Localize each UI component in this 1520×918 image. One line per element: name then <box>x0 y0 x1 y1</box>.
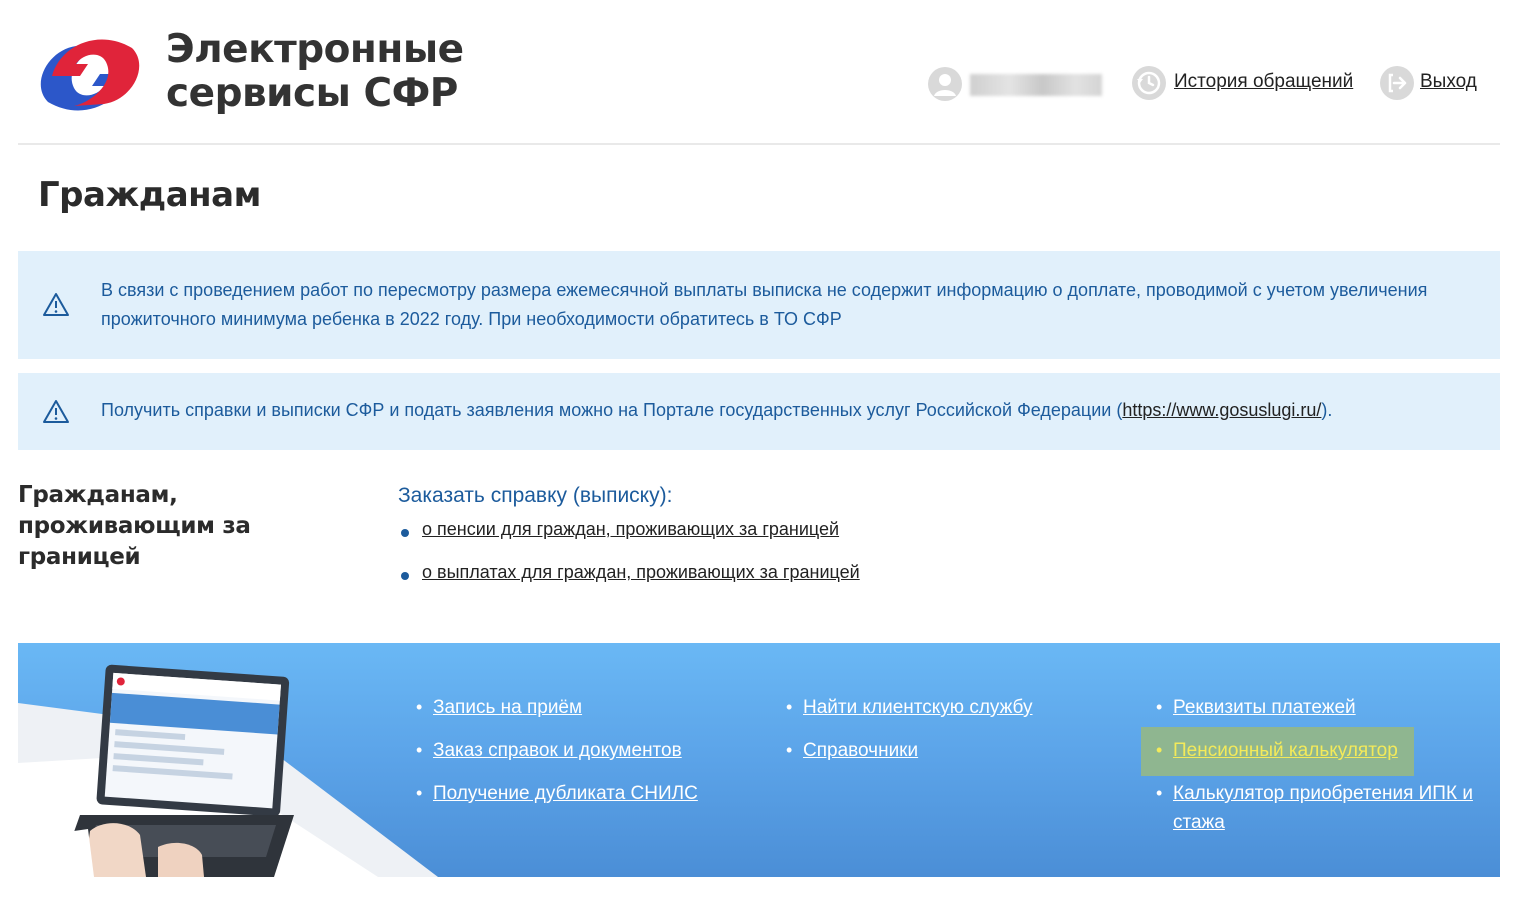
find-client-service-link[interactable]: Найти клиентскую службу <box>803 697 1033 718</box>
warning-icon <box>43 400 69 423</box>
gosuslugi-link[interactable]: https://www.gosuslugi.ru/ <box>1122 400 1321 420</box>
banner-links-col2: Найти клиентскую службу Справочники <box>786 693 1033 779</box>
abroad-section-title: Гражданам, проживающим за границей <box>18 482 251 570</box>
notice-text-after: ). <box>1321 400 1333 420</box>
user-icon[interactable] <box>928 67 962 101</box>
ipk-calculator-link[interactable]: Калькулятор приобретения ИПК и стажа <box>1173 783 1473 833</box>
list-item: Справочники <box>786 736 1033 765</box>
payments-abroad-link[interactable]: о выплатах для граждан, проживающих за г… <box>422 562 860 582</box>
brand-line1: Электронные <box>166 27 464 72</box>
page-title: Гражданам <box>38 175 261 215</box>
list-item: Заказ справок и документов <box>416 736 698 765</box>
notice-text-before: Получить справки и выписки СФР и подать … <box>101 400 1123 420</box>
history-icon[interactable] <box>1132 66 1166 100</box>
notice-text: Получить справки и выписки СФР и подать … <box>101 396 1332 425</box>
brand-line2: сервисы СФР <box>166 71 458 116</box>
list-item: Получение дубликата СНИЛС <box>416 779 698 808</box>
payment-details-link[interactable]: Реквизиты платежей <box>1173 697 1356 718</box>
appointment-link[interactable]: Запись на приём <box>433 697 582 718</box>
list-item: Пенсионный калькулятор <box>1156 736 1486 765</box>
notice-recalculation: В связи с проведением работ по пересмотр… <box>18 251 1500 359</box>
exit-link[interactable]: Выход <box>1420 71 1477 93</box>
history-link[interactable]: История обращений <box>1174 71 1353 93</box>
user-name-redacted[interactable] <box>970 74 1102 96</box>
list-item: о пенсии для граждан, проживающих за гра… <box>398 519 860 562</box>
order-certificate-list: о пенсии для граждан, проживающих за гра… <box>398 519 860 605</box>
directories-link[interactable]: Справочники <box>803 740 918 761</box>
header: Электронные сервисы СФР История обращени… <box>18 0 1500 145</box>
sfr-logo[interactable] <box>38 30 142 120</box>
banner-links-col3: Реквизиты платежей Пенсионный калькулято… <box>1156 693 1486 851</box>
snils-duplicate-link[interactable]: Получение дубликата СНИЛС <box>433 783 698 804</box>
laptop-illustration <box>18 664 438 877</box>
order-documents-link[interactable]: Заказ справок и документов <box>433 740 682 761</box>
services-banner: Запись на приём Заказ справок и документ… <box>18 643 1500 877</box>
list-item: Найти клиентскую службу <box>786 693 1033 722</box>
order-certificate-title: Заказать справку (выписку): <box>398 484 673 507</box>
brand-title: Электронные сервисы СФР <box>166 28 464 116</box>
notice-text: В связи с проведением работ по пересмотр… <box>101 280 1428 329</box>
warning-icon <box>43 293 69 316</box>
banner-links-col1: Запись на приём Заказ справок и документ… <box>416 693 698 822</box>
list-item: Реквизиты платежей <box>1156 693 1486 722</box>
pension-calculator-link[interactable]: Пенсионный калькулятор <box>1173 740 1398 761</box>
pension-abroad-link[interactable]: о пенсии для граждан, проживающих за гра… <box>422 519 839 539</box>
exit-icon[interactable] <box>1380 66 1414 100</box>
list-item: о выплатах для граждан, проживающих за г… <box>398 562 860 605</box>
notice-gosuslugi: Получить справки и выписки СФР и подать … <box>18 373 1500 450</box>
list-item: Калькулятор приобретения ИПК и стажа <box>1156 779 1486 837</box>
list-item: Запись на приём <box>416 693 698 722</box>
